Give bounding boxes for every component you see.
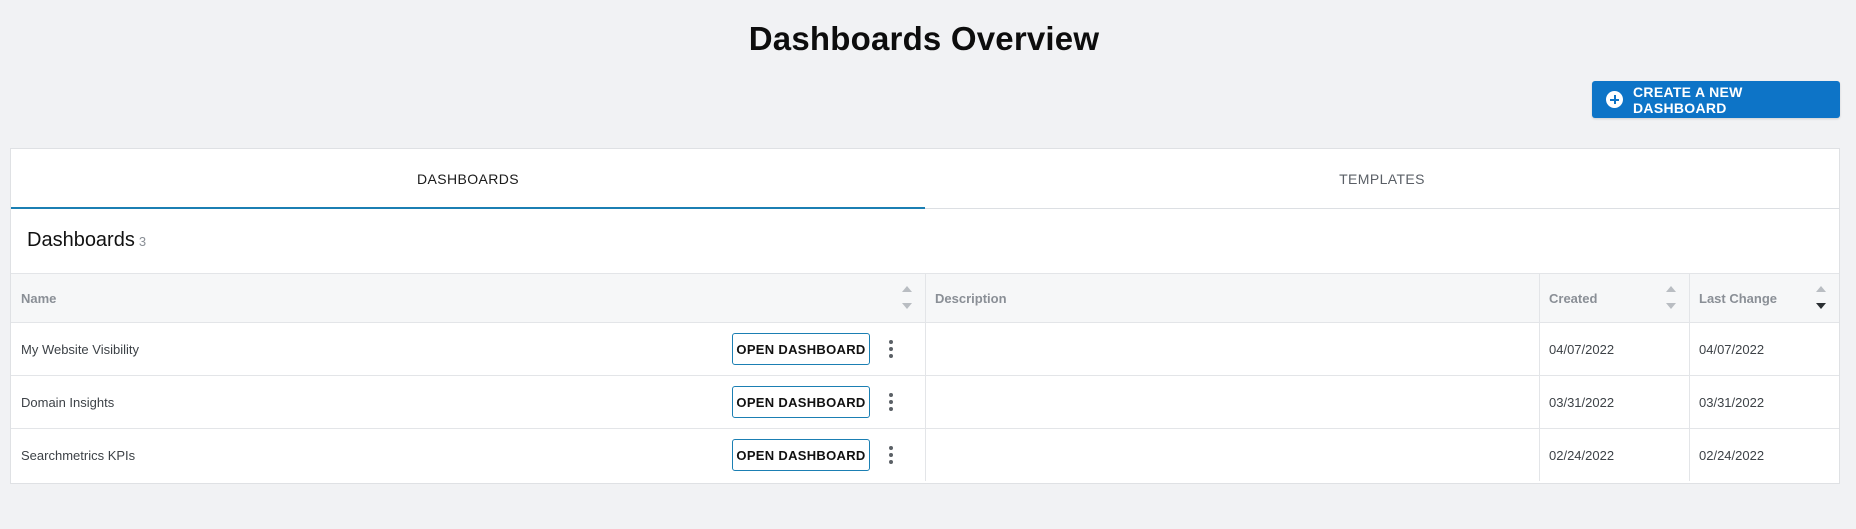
plus-circle-icon <box>1606 91 1623 108</box>
tab-templates[interactable]: TEMPLATES <box>925 149 1839 208</box>
dashboard-description <box>925 376 1539 428</box>
sort-arrows-icon[interactable] <box>901 284 913 312</box>
column-divider <box>1539 376 1540 429</box>
table-row: Domain Insights OPEN DASHBOARD 03/31/202… <box>11 376 1839 429</box>
table-row: My Website Visibility OPEN DASHBOARD 04/… <box>11 323 1839 376</box>
column-divider <box>1689 429 1690 481</box>
section-title: Dashboards 3 <box>27 229 146 252</box>
dashboard-description <box>925 323 1539 375</box>
column-divider <box>925 323 926 376</box>
column-header-name[interactable]: Name <box>11 274 925 322</box>
column-divider <box>925 429 926 481</box>
table-body: My Website Visibility OPEN DASHBOARD 04/… <box>11 323 1839 482</box>
kebab-menu-icon[interactable] <box>887 445 895 465</box>
kebab-menu-icon[interactable] <box>887 339 895 359</box>
column-header-name-label: Name <box>21 290 57 306</box>
dashboard-description <box>925 429 1539 481</box>
create-dashboard-button[interactable]: CREATE A NEW DASHBOARD <box>1592 81 1840 118</box>
column-header-last-change-label: Last Change <box>1699 290 1778 306</box>
section-title-label: Dashboards <box>27 229 135 251</box>
sort-arrows-icon[interactable] <box>1665 284 1677 312</box>
dashboard-created: 02/24/2022 <box>1549 447 1615 463</box>
dashboard-count: 3 <box>138 234 147 249</box>
dashboard-last-change: 04/07/2022 <box>1699 341 1765 357</box>
column-divider <box>1689 376 1690 429</box>
dashboard-created: 04/07/2022 <box>1549 341 1615 357</box>
column-divider <box>1539 274 1540 322</box>
create-dashboard-label: CREATE A NEW DASHBOARD <box>1633 83 1743 116</box>
column-divider <box>925 274 926 322</box>
tab-dashboards[interactable]: DASHBOARDS <box>11 149 925 209</box>
column-header-last-change[interactable]: Last Change <box>1689 274 1839 322</box>
column-divider <box>1539 429 1540 481</box>
dashboard-last-change: 02/24/2022 <box>1699 447 1765 463</box>
column-divider <box>1689 323 1690 376</box>
dashboards-table: Name Description Created Last Change My … <box>11 273 1839 482</box>
table-row: Searchmetrics KPIs OPEN DASHBOARD 02/24/… <box>11 429 1839 482</box>
page-title: Dashboards Overview <box>748 20 1100 57</box>
dashboards-card: DASHBOARDS TEMPLATES Dashboards 3 Name De… <box>10 148 1840 484</box>
column-divider <box>925 376 926 429</box>
column-header-created[interactable]: Created <box>1539 274 1689 322</box>
dashboard-last-change: 03/31/2022 <box>1699 394 1765 410</box>
column-divider <box>1539 323 1540 376</box>
column-divider <box>1689 274 1690 322</box>
dashboard-created: 03/31/2022 <box>1549 394 1615 410</box>
column-header-description-label: Description <box>935 290 1007 306</box>
column-header-created-label: Created <box>1549 290 1598 306</box>
column-header-description: Description <box>925 274 1539 322</box>
table-header: Name Description Created Last Change <box>11 273 1839 323</box>
open-dashboard-button[interactable]: OPEN DASHBOARD <box>732 333 870 365</box>
tab-bar: DASHBOARDS TEMPLATES <box>11 149 1839 209</box>
open-dashboard-button[interactable]: OPEN DASHBOARD <box>732 439 870 471</box>
open-dashboard-button[interactable]: OPEN DASHBOARD <box>732 386 870 418</box>
sort-arrows-icon[interactable] <box>1815 284 1827 312</box>
kebab-menu-icon[interactable] <box>887 392 895 412</box>
